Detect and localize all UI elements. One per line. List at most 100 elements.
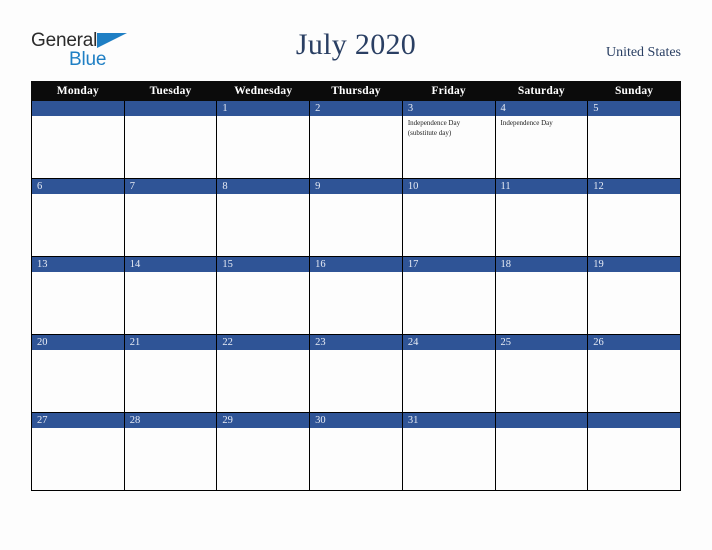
day-cell-inner: 5 (588, 101, 680, 178)
day-cell-inner: 11 (495, 179, 588, 256)
day-number: 4 (495, 101, 588, 116)
day-cell-inner: 29 (217, 413, 310, 490)
calendar-day-cell[interactable]: 2 (309, 100, 403, 179)
day-number: 16 (310, 257, 402, 272)
day-cell-inner (32, 101, 124, 178)
calendar-day-cell[interactable]: 6 (31, 178, 125, 257)
day-number: 29 (217, 413, 310, 428)
calendar-day-cell[interactable]: 10 (401, 178, 496, 257)
day-cell-inner: 24 (402, 335, 495, 412)
calendar-day-cell[interactable]: 11 (494, 178, 589, 257)
day-number (124, 101, 217, 116)
day-cell-inner: 8 (217, 179, 310, 256)
calendar-empty-cell[interactable] (31, 100, 125, 179)
calendar-empty-cell[interactable] (123, 100, 218, 179)
calendar-day-cell[interactable]: 18 (494, 256, 589, 335)
weekday-header-tuesday: Tuesday (123, 81, 218, 101)
calendar-day-cell[interactable]: 14 (123, 256, 218, 335)
calendar-empty-cell[interactable] (494, 412, 589, 491)
calendar-week-row: 6 7 8 9 10 11 12 (31, 178, 681, 257)
weekday-header-friday: Friday (401, 81, 496, 101)
day-cell-inner: 7 (124, 179, 217, 256)
day-number: 28 (124, 413, 217, 428)
day-number: 9 (310, 179, 402, 194)
day-number: 12 (588, 179, 680, 194)
day-number: 11 (495, 179, 588, 194)
calendar-day-cell[interactable]: 12 (587, 178, 681, 257)
day-number (588, 413, 680, 428)
day-cell-inner: 23 (310, 335, 402, 412)
day-number: 2 (310, 101, 402, 116)
day-number: 22 (217, 335, 310, 350)
day-number: 26 (588, 335, 680, 350)
calendar-day-cell[interactable]: 5 (587, 100, 681, 179)
day-number: 6 (32, 179, 124, 194)
calendar-day-cell[interactable]: 17 (401, 256, 496, 335)
calendar-day-cell[interactable]: 3 Independence Day (substitute day) (401, 100, 496, 179)
calendar-day-cell[interactable]: 27 (31, 412, 125, 491)
day-number: 1 (217, 101, 310, 116)
calendar-day-cell[interactable]: 21 (123, 334, 218, 413)
calendar-day-cell[interactable]: 15 (216, 256, 311, 335)
day-number: 25 (495, 335, 588, 350)
day-cell-inner (124, 101, 217, 178)
calendar-day-cell[interactable]: 30 (309, 412, 403, 491)
day-number: 24 (402, 335, 495, 350)
day-cell-inner: 3 Independence Day (substitute day) (402, 101, 495, 178)
day-cell-inner: 4 Independence Day (495, 101, 588, 178)
calendar-day-cell[interactable]: 22 (216, 334, 311, 413)
calendar-week-row: 13 14 15 16 17 18 19 (31, 256, 681, 335)
calendar-day-cell[interactable]: 9 (309, 178, 403, 257)
calendar-day-cell[interactable]: 13 (31, 256, 125, 335)
day-events: Independence Day (substitute day) (403, 116, 495, 138)
weekday-header-saturday: Saturday (494, 81, 589, 101)
calendar-day-cell[interactable]: 7 (123, 178, 218, 257)
day-number: 27 (32, 413, 124, 428)
calendar-empty-cell[interactable] (587, 412, 681, 491)
calendar-day-cell[interactable]: 20 (31, 334, 125, 413)
day-cell-inner: 19 (588, 257, 680, 334)
day-cell-inner: 2 (310, 101, 402, 178)
calendar-week-row: 27 28 29 30 31 (31, 412, 681, 491)
day-number: 18 (495, 257, 588, 272)
day-cell-inner: 21 (124, 335, 217, 412)
day-number: 13 (32, 257, 124, 272)
day-number: 30 (310, 413, 402, 428)
day-cell-inner: 16 (310, 257, 402, 334)
day-cell-inner: 22 (217, 335, 310, 412)
day-number: 7 (124, 179, 217, 194)
holiday-label: Independence Day (substitute day) (407, 119, 461, 137)
day-number: 31 (402, 413, 495, 428)
calendar-day-cell[interactable]: 19 (587, 256, 681, 335)
day-number: 20 (32, 335, 124, 350)
calendar-day-cell[interactable]: 24 (401, 334, 496, 413)
calendar-day-cell[interactable]: 1 (216, 100, 311, 179)
day-cell-inner: 26 (588, 335, 680, 412)
day-number: 19 (588, 257, 680, 272)
day-cell-inner: 20 (32, 335, 124, 412)
country-label: United States (605, 45, 681, 60)
day-number: 23 (310, 335, 402, 350)
weekday-header-wednesday: Wednesday (216, 81, 311, 101)
calendar-day-cell[interactable]: 16 (309, 256, 403, 335)
day-cell-inner: 6 (32, 179, 124, 256)
weekday-header-thursday: Thursday (309, 81, 403, 101)
calendar-day-cell[interactable]: 26 (587, 334, 681, 413)
calendar-day-cell[interactable]: 28 (123, 412, 218, 491)
day-cell-inner: 28 (124, 413, 217, 490)
day-number (32, 101, 124, 116)
weekday-header-row: Monday Tuesday Wednesday Thursday Friday… (31, 81, 681, 101)
calendar-day-cell[interactable]: 4 Independence Day (494, 100, 589, 179)
day-cell-inner: 27 (32, 413, 124, 490)
calendar-day-cell[interactable]: 31 (401, 412, 496, 491)
day-cell-inner: 15 (217, 257, 310, 334)
day-cell-inner (588, 413, 680, 490)
calendar-day-cell[interactable]: 25 (494, 334, 589, 413)
calendar-day-cell[interactable]: 23 (309, 334, 403, 413)
calendar-day-cell[interactable]: 8 (216, 178, 311, 257)
weekday-header-sunday: Sunday (587, 81, 681, 101)
day-number: 14 (124, 257, 217, 272)
day-number: 21 (124, 335, 217, 350)
calendar-day-cell[interactable]: 29 (216, 412, 311, 491)
day-cell-inner: 10 (402, 179, 495, 256)
